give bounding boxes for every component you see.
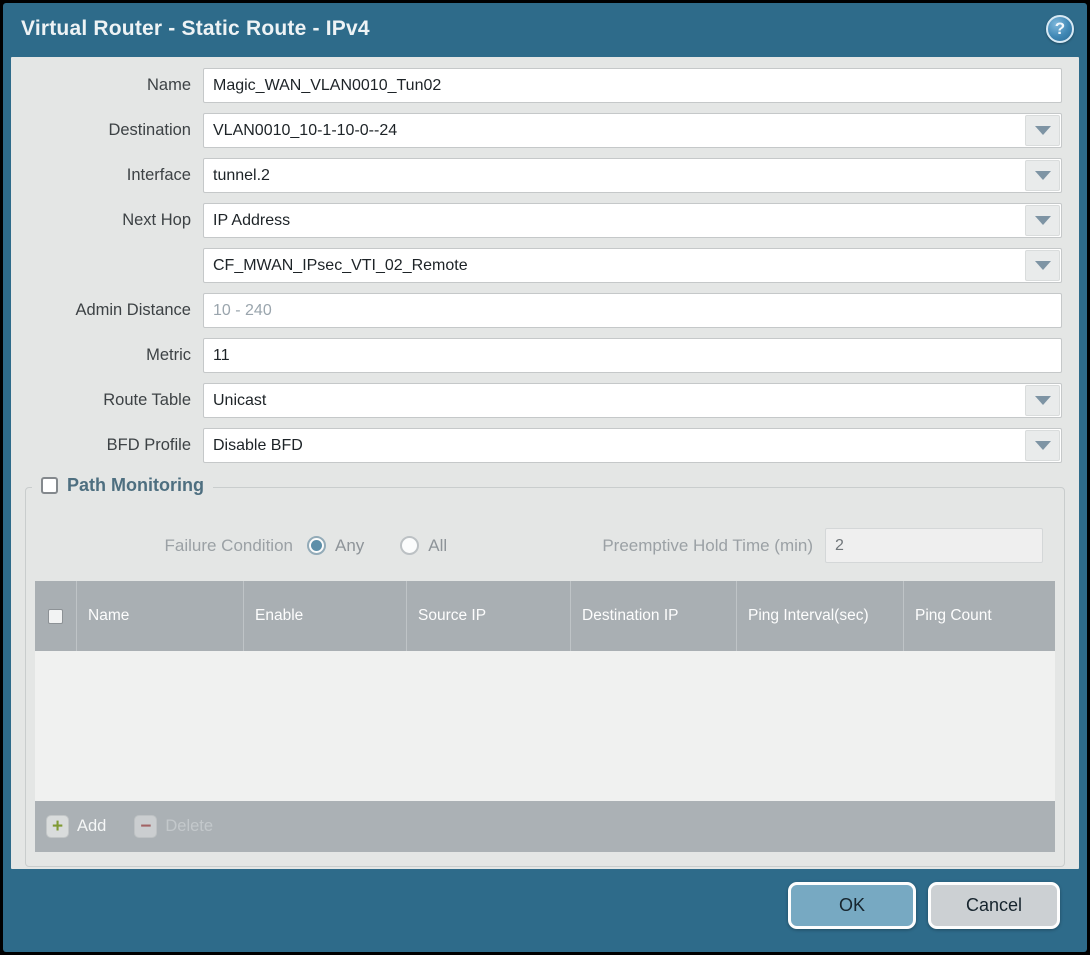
static-route-dialog: Virtual Router - Static Route - IPv4 ? N… bbox=[3, 3, 1087, 952]
next-hop-label: Next Hop bbox=[11, 211, 203, 230]
next-hop-type-input[interactable] bbox=[203, 203, 1062, 238]
failure-condition-all-option[interactable]: All bbox=[400, 536, 447, 556]
interface-field bbox=[203, 158, 1062, 193]
route-table-label: Route Table bbox=[11, 391, 203, 410]
bfd-profile-field bbox=[203, 428, 1062, 463]
preemptive-hold-time-label: Preemptive Hold Time (min) bbox=[602, 536, 825, 556]
bfd-profile-label: BFD Profile bbox=[11, 436, 203, 455]
column-header-destination-ip: Destination IP bbox=[571, 581, 737, 651]
path-monitoring-legend: Path Monitoring bbox=[32, 475, 213, 496]
delete-button[interactable]: − Delete bbox=[134, 815, 213, 838]
bfd-profile-row: BFD Profile bbox=[11, 428, 1079, 463]
admin-distance-row: Admin Distance bbox=[11, 293, 1079, 328]
failure-condition-row: Failure Condition Any All Preemptive Hol… bbox=[35, 528, 1055, 563]
chevron-down-icon bbox=[1035, 216, 1051, 225]
metric-row: Metric bbox=[11, 338, 1079, 373]
destination-row: Destination bbox=[11, 113, 1079, 148]
failure-condition-any-label: Any bbox=[335, 536, 364, 556]
radio-selected-icon bbox=[307, 536, 326, 555]
column-header-ping-interval: Ping Interval(sec) bbox=[737, 581, 904, 651]
next-hop-field bbox=[203, 203, 1062, 238]
help-icon[interactable]: ? bbox=[1046, 15, 1074, 43]
path-monitoring-title: Path Monitoring bbox=[67, 475, 204, 496]
path-monitoring-section: Path Monitoring Failure Condition Any Al… bbox=[25, 487, 1065, 867]
column-header-enable: Enable bbox=[244, 581, 407, 651]
help-glyph: ? bbox=[1055, 19, 1065, 39]
route-table-row: Route Table bbox=[11, 383, 1079, 418]
destination-field bbox=[203, 113, 1062, 148]
path-monitoring-table: Name Enable Source IP Destination IP Pin… bbox=[35, 581, 1055, 852]
select-all-checkbox[interactable] bbox=[48, 609, 63, 624]
dialog-title: Virtual Router - Static Route - IPv4 bbox=[21, 17, 370, 41]
route-table-input[interactable] bbox=[203, 383, 1062, 418]
interface-label: Interface bbox=[11, 166, 203, 185]
metric-field bbox=[203, 338, 1062, 373]
table-body-empty bbox=[35, 651, 1055, 801]
next-hop-dropdown-button[interactable] bbox=[1025, 205, 1060, 236]
chevron-down-icon bbox=[1035, 396, 1051, 405]
route-table-field bbox=[203, 383, 1062, 418]
column-header-name: Name bbox=[77, 581, 244, 651]
dialog-footer: OK Cancel bbox=[3, 869, 1087, 952]
delete-button-label: Delete bbox=[165, 817, 213, 836]
next-hop-address-input[interactable] bbox=[203, 248, 1062, 283]
failure-condition-label: Failure Condition bbox=[35, 536, 307, 556]
metric-label: Metric bbox=[11, 346, 203, 365]
bfd-profile-dropdown-button[interactable] bbox=[1025, 430, 1060, 461]
chevron-down-icon bbox=[1035, 261, 1051, 270]
next-hop-address-field bbox=[203, 248, 1062, 283]
destination-input[interactable] bbox=[203, 113, 1062, 148]
ok-button[interactable]: OK bbox=[788, 882, 916, 929]
dialog-content: Name Destination Interface bbox=[11, 57, 1079, 869]
plus-icon: + bbox=[46, 815, 69, 838]
column-header-source-ip: Source IP bbox=[407, 581, 571, 651]
chevron-down-icon bbox=[1035, 126, 1051, 135]
name-field bbox=[203, 68, 1062, 103]
destination-label: Destination bbox=[11, 121, 203, 140]
failure-condition-all-label: All bbox=[428, 536, 447, 556]
radio-unselected-icon bbox=[400, 536, 419, 555]
path-monitoring-checkbox[interactable] bbox=[41, 477, 58, 494]
add-button[interactable]: + Add bbox=[46, 815, 106, 838]
admin-distance-label: Admin Distance bbox=[11, 301, 203, 320]
chevron-down-icon bbox=[1035, 171, 1051, 180]
bfd-profile-input[interactable] bbox=[203, 428, 1062, 463]
chevron-down-icon bbox=[1035, 441, 1051, 450]
table-footer: + Add − Delete bbox=[35, 801, 1055, 852]
dialog-titlebar: Virtual Router - Static Route - IPv4 bbox=[3, 3, 1087, 55]
admin-distance-field bbox=[203, 293, 1062, 328]
column-header-ping-count: Ping Count bbox=[904, 581, 1055, 651]
preemptive-hold-time-input[interactable] bbox=[825, 528, 1043, 563]
name-input[interactable] bbox=[203, 68, 1062, 103]
interface-row: Interface bbox=[11, 158, 1079, 193]
cancel-button[interactable]: Cancel bbox=[928, 882, 1060, 929]
add-button-label: Add bbox=[77, 817, 106, 836]
footer-buttons: OK Cancel bbox=[788, 882, 1060, 929]
table-header: Name Enable Source IP Destination IP Pin… bbox=[35, 581, 1055, 651]
minus-icon: − bbox=[134, 815, 157, 838]
name-row: Name bbox=[11, 68, 1079, 103]
name-label: Name bbox=[11, 76, 203, 95]
route-table-dropdown-button[interactable] bbox=[1025, 385, 1060, 416]
next-hop-row: Next Hop bbox=[11, 203, 1079, 238]
interface-dropdown-button[interactable] bbox=[1025, 160, 1060, 191]
next-hop-address-row bbox=[11, 248, 1079, 283]
interface-input[interactable] bbox=[203, 158, 1062, 193]
next-hop-address-dropdown-button[interactable] bbox=[1025, 250, 1060, 281]
failure-condition-any-option[interactable]: Any bbox=[307, 536, 364, 556]
metric-input[interactable] bbox=[203, 338, 1062, 373]
destination-dropdown-button[interactable] bbox=[1025, 115, 1060, 146]
table-header-checkbox-cell bbox=[35, 581, 77, 651]
admin-distance-input[interactable] bbox=[203, 293, 1062, 328]
